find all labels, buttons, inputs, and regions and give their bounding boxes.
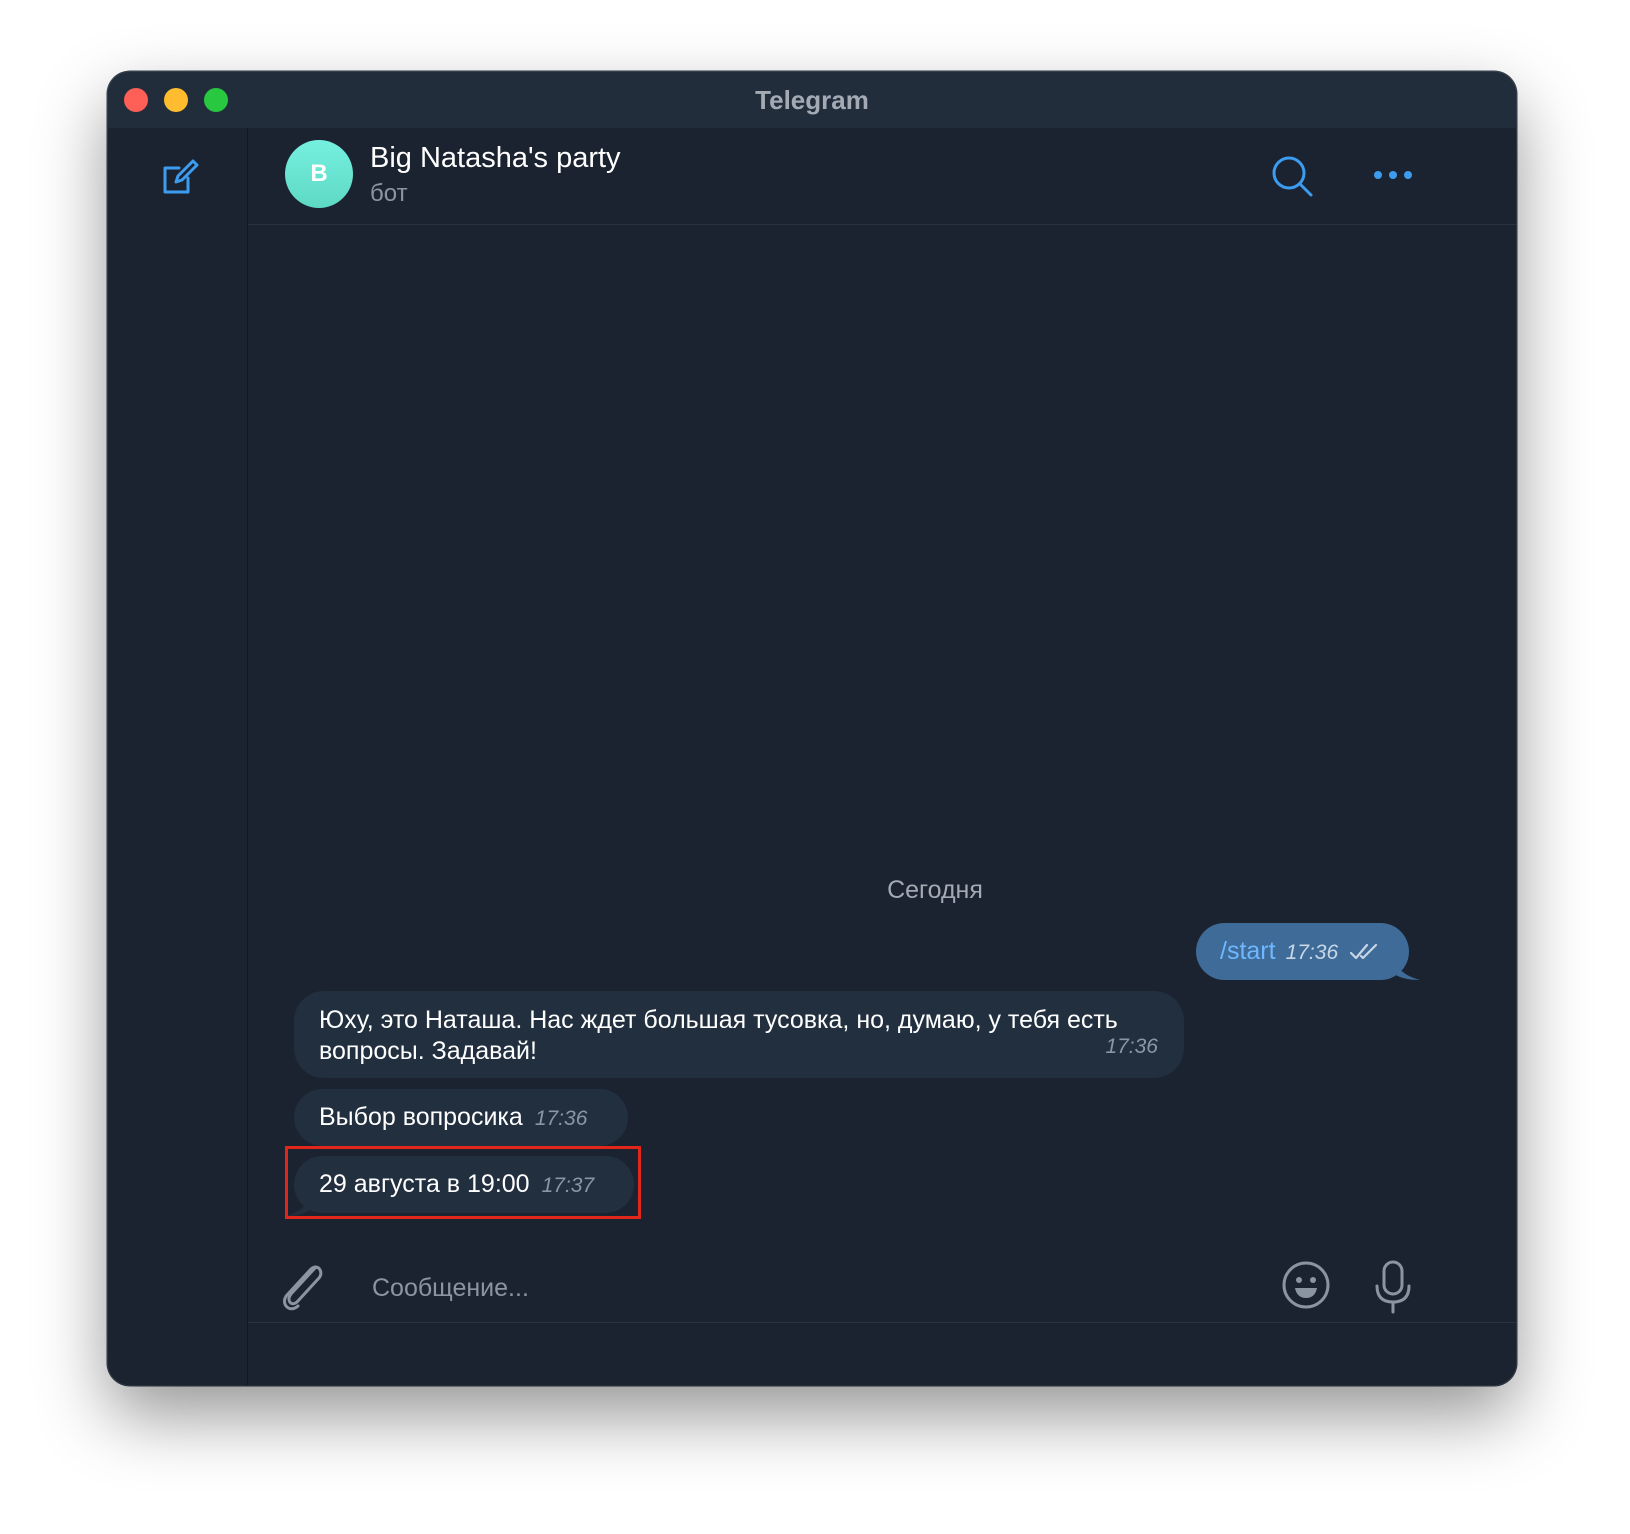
composer-bar [248, 1322, 1516, 1385]
microphone-icon[interactable] [1372, 1258, 1414, 1318]
paperclip-icon[interactable] [277, 1260, 325, 1314]
sidebar [108, 128, 248, 1385]
search-icon[interactable] [1270, 154, 1314, 198]
chat-title[interactable]: Big Natasha's party [370, 142, 621, 175]
message-input[interactable] [370, 1262, 1194, 1314]
app-window: Telegram [108, 72, 1516, 1385]
compose-icon[interactable] [160, 158, 200, 198]
chat-status: бот [370, 180, 408, 207]
window-title: Telegram [755, 85, 869, 115]
more-icon[interactable] [1371, 163, 1415, 187]
avatar[interactable]: B [285, 140, 353, 208]
smiley-icon[interactable] [1280, 1259, 1332, 1311]
titlebar: Telegram [108, 72, 1516, 128]
